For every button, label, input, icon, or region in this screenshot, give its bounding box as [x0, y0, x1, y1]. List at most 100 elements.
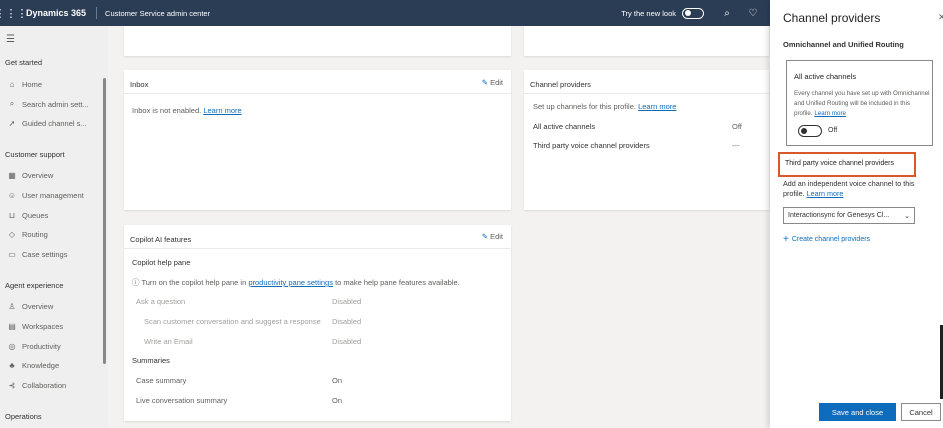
inbox-edit-button[interactable]: ✎ Edit: [482, 78, 503, 87]
third-party-heading-highlight: Third party voice channel providers: [778, 152, 916, 177]
help-row-label: Write an Email: [144, 337, 193, 346]
select-value: Interactionsync for Genesys Cl...: [788, 212, 890, 219]
productivity-pane-settings-link[interactable]: productivity pane settings: [248, 278, 333, 287]
sidebar-item-knowledge[interactable]: ♣ Knowledge: [6, 361, 59, 370]
channel-row-label: Third party voice channel providers: [533, 141, 650, 150]
help-row-value: Disabled: [332, 317, 362, 326]
dashboard-icon: ▦: [8, 171, 16, 180]
divider: [124, 93, 511, 94]
divider: [524, 93, 769, 94]
inbox-status: Inbox is not enabled. Learn more: [132, 106, 242, 115]
third-party-description: Add an independent voice channel to this…: [783, 179, 915, 198]
app-launcher-icon[interactable]: ⋮⋮⋮: [0, 0, 28, 26]
search-icon: ⌕: [9, 99, 15, 108]
summary-row-value: On: [332, 396, 343, 405]
card-top-left-partial: [124, 26, 511, 56]
copilot-help-pane-heading: Copilot help pane: [132, 258, 191, 267]
rocket-icon: ➚: [8, 119, 16, 128]
top-bar: ⋮⋮⋮ Dynamics 365 Customer Service admin …: [0, 0, 770, 26]
summary-row-value: On: [332, 376, 343, 385]
inbox-card: Inbox ✎ Edit Inbox is not enabled. Learn …: [124, 70, 511, 210]
channel-providers-card: Channel providers Set up channels for th…: [524, 70, 769, 210]
sidebar-item-queues[interactable]: ⊔ Queues: [6, 211, 48, 220]
pencil-icon: ✎: [481, 78, 489, 87]
sidebar-item-user-management[interactable]: ☺ User management: [6, 191, 84, 200]
help-row-value: Disabled: [332, 337, 362, 346]
all-active-learn-more-link[interactable]: Learn more: [814, 110, 846, 117]
sidebar-section-operations: Operations: [5, 412, 42, 421]
app-name[interactable]: Customer Service admin center: [97, 9, 621, 18]
users-icon: ☺: [7, 191, 17, 200]
cancel-button[interactable]: Cancel: [901, 403, 941, 421]
all-active-channels-box: All active channels Every channel you ha…: [786, 60, 933, 146]
sidebar-item-search-admin[interactable]: ⌕ Search admin sett...: [6, 99, 89, 109]
case-icon: ▭: [8, 250, 16, 259]
sidebar-item-overview-support[interactable]: ▦ Overview: [6, 171, 53, 180]
inbox-card-title: Inbox: [130, 80, 149, 89]
create-channel-providers-button[interactable]: + Create channel providers: [783, 234, 870, 245]
all-active-channels-desc: Every channel you have set up with Omnic…: [794, 90, 930, 117]
knowledge-icon: ♣: [9, 361, 15, 370]
sidebar-scrollbar[interactable]: [103, 78, 106, 364]
help-row-label: Ask a question: [136, 297, 186, 306]
toggle-label: Off: [828, 127, 838, 134]
home-icon: ⌂: [9, 80, 15, 89]
search-icon[interactable]: ⌕: [718, 8, 736, 19]
person-icon: ♙: [8, 302, 16, 311]
copilot-card: Copilot AI features ✎ Edit Copilot help p…: [124, 225, 511, 421]
routing-icon: ◇: [8, 230, 16, 239]
help-row-label: Scan customer conversation and suggest a…: [144, 317, 321, 326]
all-active-channels-title: All active channels: [794, 72, 857, 81]
sidebar-item-home[interactable]: ⌂ Home: [6, 80, 42, 89]
summary-row-label: Case summary: [136, 376, 187, 385]
chevron-down-icon: ⌄: [904, 213, 910, 220]
sidebar-item-overview-agent[interactable]: ♙ Overview: [6, 302, 53, 311]
panel-subtitle: Omnichannel and Unified Routing: [783, 40, 904, 49]
channel-row-value: Off: [732, 122, 742, 131]
productivity-icon: ◎: [8, 342, 16, 351]
sidebar-section-customer-support: Customer support: [5, 150, 65, 159]
divider: [124, 248, 511, 249]
copilot-edit-button[interactable]: ✎ Edit: [482, 232, 503, 241]
sidebar-item-workspaces[interactable]: ▤ Workspaces: [6, 322, 63, 331]
help-row-value: Disabled: [332, 297, 362, 306]
copilot-card-title: Copilot AI features: [130, 235, 192, 244]
inbox-icon: ⊔: [8, 211, 16, 220]
sidebar-section-agent-experience: Agent experience: [5, 281, 64, 290]
third-party-heading: Third party voice channel providers: [785, 160, 894, 167]
sidebar: ☰ Get started ⌂ Home ⌕ Search admin sett..…: [0, 26, 108, 428]
sidebar-item-productivity[interactable]: ◎ Productivity: [6, 342, 61, 351]
channel-row-value: ---: [732, 141, 740, 150]
third-party-learn-more-link[interactable]: Learn more: [807, 189, 844, 198]
channel-setup-text: Set up channels for this profile. Learn …: [533, 102, 677, 111]
workspace-icon: ▤: [8, 322, 16, 331]
summaries-heading: Summaries: [132, 356, 170, 365]
plus-icon: +: [783, 234, 789, 245]
try-new-look-label: Try the new look: [621, 8, 676, 18]
card-top-right-partial: [524, 26, 769, 56]
channel-learn-more-link[interactable]: Learn more: [638, 102, 676, 111]
lightbulb-icon[interactable]: ♡: [744, 8, 762, 19]
sidebar-item-case-settings[interactable]: ▭ Case settings: [6, 250, 67, 259]
brand-name[interactable]: Dynamics 365: [22, 7, 98, 19]
hamburger-icon[interactable]: ☰: [6, 34, 15, 45]
copilot-info-text: ⓘ Turn on the copilot help pane in produ…: [132, 278, 460, 287]
sidebar-item-routing[interactable]: ◇ Routing: [6, 230, 48, 239]
channel-providers-panel: Channel providers ✕ Omnichannel and Unif…: [770, 0, 943, 428]
sidebar-item-collaboration[interactable]: ⊰ Collaboration: [6, 381, 67, 390]
collaboration-icon: ⊰: [8, 381, 16, 390]
save-and-close-button[interactable]: Save and close: [819, 403, 896, 421]
close-icon[interactable]: ✕: [938, 12, 943, 23]
pencil-icon: ✎: [481, 232, 489, 241]
sidebar-item-guided-channel[interactable]: ➚ Guided channel s...: [6, 119, 87, 128]
inbox-learn-more-link[interactable]: Learn more: [203, 106, 241, 115]
voice-provider-select[interactable]: Interactionsync for Genesys Cl... ⌄: [783, 207, 915, 224]
sidebar-section-get-started: Get started: [5, 58, 43, 67]
try-new-look-toggle[interactable]: [682, 7, 704, 19]
all-active-channels-toggle[interactable]: [798, 125, 822, 137]
channel-row-label: All active channels: [533, 122, 596, 131]
panel-title: Channel providers: [783, 11, 881, 25]
info-icon: ⓘ: [132, 278, 140, 287]
channel-card-title: Channel providers: [530, 80, 591, 89]
summary-row-label: Live conversation summary: [136, 396, 228, 405]
